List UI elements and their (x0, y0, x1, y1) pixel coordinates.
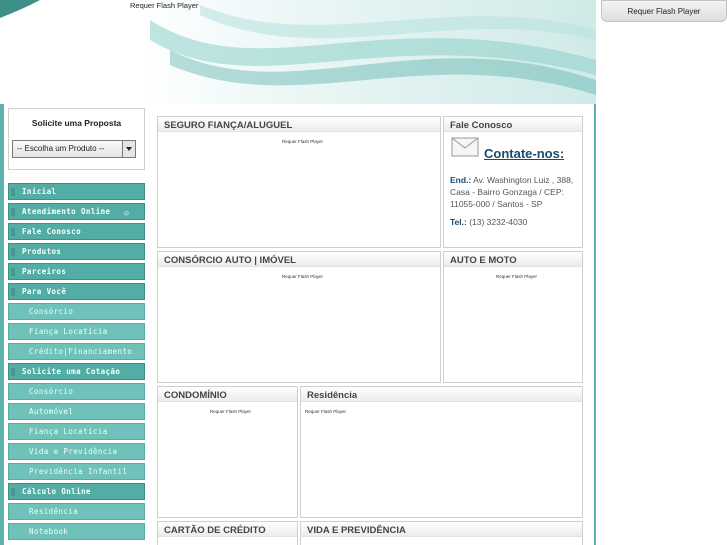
menu-label: Consórcio (29, 307, 74, 316)
menu-item-produtos[interactable]: Produtos (8, 243, 145, 260)
main-frame-border (594, 104, 596, 545)
menu-subitem-consorcio[interactable]: Consórcio (8, 303, 145, 320)
menu-item-atendimento[interactable]: Atendimento Online ☺ (8, 203, 145, 220)
panel-cartao: CARTÃO DE CRÉDITO (157, 521, 298, 545)
grip-icon (11, 488, 15, 496)
menu-label: Fale Conosco (22, 227, 81, 236)
menu-item-parceiros[interactable]: Parceiros (8, 263, 145, 280)
panel-vida: VIDA E PREVIDÊNCIA (300, 521, 583, 545)
chat-icon: ☺ (124, 209, 130, 218)
menu-label: Solicite uma Cotação (22, 367, 121, 376)
menu-label: Fiança Locatícia (29, 427, 108, 436)
panel-title: SEGURO FIANÇA/ALUGUEL (164, 120, 293, 131)
flash-notice: Requer Flash Player (282, 139, 324, 144)
menu-label: Previdência Infantil (29, 467, 128, 476)
menu-label: Cálculo Online (22, 487, 91, 496)
menu-subitem-consorcio-cotacao[interactable]: Consórcio (8, 383, 145, 400)
grip-icon (11, 248, 15, 256)
phone-text: Tel.: (13) 3232-4030 (450, 217, 527, 227)
grip-icon (11, 268, 15, 276)
menu-label: Residência (29, 507, 79, 516)
menu-label: Fiança Locatícia (29, 327, 108, 336)
panel-title: CARTÃO DE CRÉDITO (164, 525, 266, 536)
envelope-icon (451, 137, 479, 157)
grip-icon (11, 188, 15, 196)
menu-label: Atendimento Online (22, 207, 111, 216)
address-text: End.: Av. Washington Luiz , 388, Casa - … (450, 174, 580, 210)
flash-notice: Requer Flash Player (496, 274, 538, 279)
menu-subitem-residencia[interactable]: Residência (8, 503, 145, 520)
flash-notice: Requer Flash Player (210, 409, 252, 414)
panel-auto-moto: AUTO E MOTO Requer Flash Player (443, 251, 583, 383)
phone-label: Tel.: (450, 217, 467, 227)
menu-subitem-credito[interactable]: Crédito|Financiamento (8, 343, 145, 360)
flash-notice: Requer Flash Player (130, 1, 199, 10)
panel-fale-conosco: Fale Conosco Contate-nos: End.: Av. Wash… (443, 116, 583, 248)
menu-label: Inicial (22, 187, 57, 196)
panel-title: VIDA E PREVIDÊNCIA (307, 525, 406, 536)
chevron-down-icon[interactable] (122, 141, 135, 157)
panel-title: Fale Conosco (450, 120, 513, 131)
proposal-title: Solicite uma Proposta (31, 118, 122, 128)
menu-subitem-fianca[interactable]: Fiança Locatícia (8, 323, 145, 340)
menu-subitem-previdencia-infantil[interactable]: Previdência Infantil (8, 463, 145, 480)
menu-label: Consórcio (29, 387, 74, 396)
panel-condominio: CONDOMÍNIO Requer Flash Player (157, 386, 298, 518)
panel-title: CONSÓRCIO AUTO | IMÓVEL (164, 255, 296, 266)
menu-item-cotacao[interactable]: Solicite uma Cotação (8, 363, 145, 380)
wave-decoration (0, 0, 596, 104)
panel-title: AUTO E MOTO (450, 255, 517, 266)
menu-subitem-fianca-cotacao[interactable]: Fiança Locatícia (8, 423, 145, 440)
menu-label: Automóvel (29, 407, 74, 416)
menu-subitem-vida[interactable]: Vida e Previdência (8, 443, 145, 460)
flash-notice: Requer Flash Player (282, 274, 324, 279)
menu-subitem-automovel[interactable]: Automóvel (8, 403, 145, 420)
grip-icon (11, 288, 15, 296)
flash-notice: Requer Flash Player (305, 409, 347, 414)
menu-label: Produtos (22, 247, 62, 256)
menu-label: Vida e Previdência (29, 447, 118, 456)
menu-label: Para Você (22, 287, 67, 296)
panel-title: CONDOMÍNIO (164, 390, 227, 401)
panel-title: Residência (307, 390, 358, 401)
menu-subitem-notebook[interactable]: Notebook (8, 523, 145, 540)
menu-item-calculo[interactable]: Cálculo Online (8, 483, 145, 500)
header-banner: Requer Flash Player (0, 0, 596, 104)
phone-value: (13) 3232-4030 (466, 217, 528, 227)
proposal-box: Solicite uma Proposta -- Escolha um Prod… (8, 108, 145, 170)
menu-item-inicial[interactable]: Inicial (8, 183, 145, 200)
grip-icon (11, 228, 15, 236)
address-label: End.: (450, 175, 472, 185)
grip-icon (11, 368, 15, 376)
menu-label: Crédito|Financiamento (29, 347, 133, 356)
panel-residencia: Residência Requer Flash Player (300, 386, 583, 518)
grip-icon (11, 208, 15, 216)
menu-item-para-voce[interactable]: Para Você (8, 283, 145, 300)
menu-label: Parceiros (22, 267, 67, 276)
flash-notice-tab[interactable]: Requer Flash Player (601, 0, 727, 22)
panel-consorcio: CONSÓRCIO AUTO | IMÓVEL Requer Flash Pla… (157, 251, 441, 383)
product-select[interactable]: -- Escolha um Produto -- (12, 140, 136, 158)
panel-fianca: SEGURO FIANÇA/ALUGUEL Requer Flash Playe… (157, 116, 441, 248)
product-select-value: -- Escolha um Produto -- (17, 144, 105, 153)
menu-item-fale-conosco[interactable]: Fale Conosco (8, 223, 145, 240)
menu-label: Notebook (29, 527, 69, 536)
contact-link[interactable]: Contate-nos: (484, 146, 564, 161)
